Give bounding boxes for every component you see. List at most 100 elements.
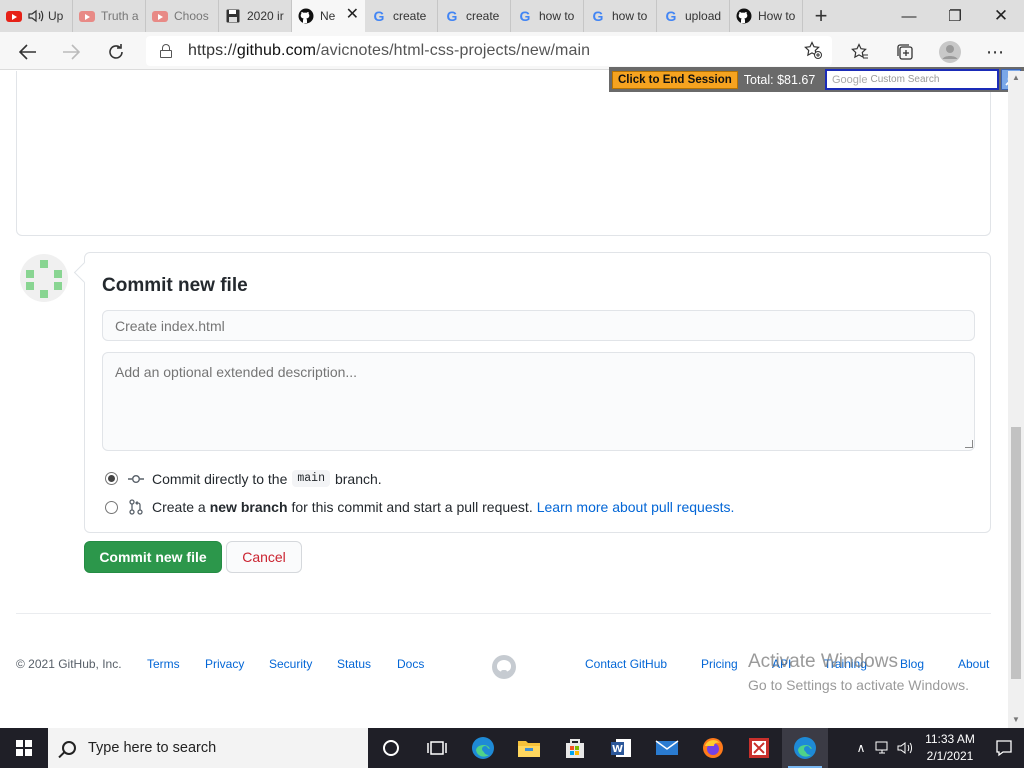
footer-link-blog[interactable]: Blog (900, 657, 924, 671)
tab-github-active[interactable]: Ne ✕ (292, 0, 365, 32)
tab-youtube-2[interactable]: Truth a (73, 0, 146, 32)
mail-icon[interactable] (644, 728, 690, 768)
footer-link-privacy[interactable]: Privacy (205, 657, 244, 671)
google-icon: G (592, 8, 604, 24)
close-window-button[interactable]: ✕ (978, 0, 1024, 32)
footer-link-contact[interactable]: Contact GitHub (585, 657, 667, 671)
youtube-icon (152, 8, 168, 24)
file-editor[interactable] (16, 71, 991, 236)
tab-google-5[interactable]: G upload (657, 0, 730, 32)
tab-google-1[interactable]: G create (365, 0, 438, 32)
file-explorer-icon[interactable] (506, 728, 552, 768)
commit-description-textarea[interactable] (102, 352, 975, 451)
cortana-icon[interactable] (368, 728, 414, 768)
tab-strip: Up Truth a Choos 2020 ir Ne ✕ G create G… (0, 0, 1024, 32)
footer-link-security[interactable]: Security (269, 657, 312, 671)
edge-active-icon[interactable] (782, 728, 828, 768)
footer-link-terms[interactable]: Terms (147, 657, 180, 671)
add-favorite-icon[interactable] (804, 41, 822, 64)
commit-new-file-button[interactable]: Commit new file (84, 541, 222, 573)
tab-title: create (393, 9, 427, 23)
favorites-icon[interactable] (846, 38, 874, 66)
svg-text:W: W (612, 744, 623, 755)
footer-link-about[interactable]: About (958, 657, 989, 671)
lock-icon[interactable] (160, 44, 172, 58)
scroll-up-arrow-icon[interactable]: ▲ (1012, 73, 1020, 82)
store-icon[interactable] (552, 728, 598, 768)
start-button[interactable] (0, 728, 48, 768)
url-text[interactable]: https://github.com/avicnotes/html-css-pr… (188, 42, 590, 60)
new-branch-middle: for this commit and start a pull request… (291, 499, 533, 515)
branch-name: main (292, 470, 330, 487)
more-menu-icon[interactable]: ⋯ (981, 38, 1009, 66)
commit-direct-suffix: branch. (334, 470, 382, 487)
cancel-button[interactable]: Cancel (226, 541, 302, 573)
tab-floppy[interactable]: 2020 ir (219, 0, 292, 32)
address-bar[interactable]: https://github.com/avicnotes/html-css-pr… (146, 36, 832, 66)
github-icon (298, 8, 314, 24)
taskbar-search-box[interactable]: Type here to search (48, 728, 368, 768)
google-brand: Google (832, 73, 868, 86)
footer-link-api[interactable]: API (772, 657, 791, 671)
close-tab-icon[interactable]: ✕ (346, 7, 359, 23)
footer-link-pricing[interactable]: Pricing (701, 657, 738, 671)
learn-more-pull-requests-link[interactable]: Learn more about pull requests. (537, 499, 735, 515)
github-icon (736, 8, 752, 24)
textarea-resize-handle[interactable] (965, 440, 973, 448)
footer-link-status[interactable]: Status (337, 657, 371, 671)
commit-heading: Commit new file (102, 275, 248, 296)
word-icon[interactable]: W (598, 728, 644, 768)
back-button[interactable] (14, 38, 42, 66)
commit-summary-input[interactable] (102, 310, 975, 341)
profile-avatar[interactable] (936, 38, 964, 66)
scroll-down-arrow-icon[interactable]: ▼ (1012, 715, 1020, 724)
clock[interactable]: 11:33 AM 2/1/2021 (916, 731, 984, 765)
commit-direct-radio[interactable] (105, 472, 118, 485)
restore-button[interactable]: ❐ (932, 0, 978, 32)
commit-direct-option[interactable]: Commit directly to the main branch. (105, 470, 382, 487)
minimize-button[interactable]: — (886, 0, 932, 32)
tab-youtube-1[interactable]: Up (0, 0, 73, 32)
tab-title: How to (758, 9, 796, 23)
tab-title: create (466, 9, 500, 23)
github-logo-icon[interactable] (492, 655, 516, 679)
edge-browser-icon[interactable] (460, 728, 506, 768)
taskbar-search-placeholder: Type here to search (88, 740, 217, 756)
footer-link-training[interactable]: Training (824, 657, 867, 671)
new-tab-button[interactable]: + (803, 0, 839, 32)
network-icon[interactable] (872, 741, 894, 755)
new-branch-radio[interactable] (105, 500, 118, 514)
volume-icon[interactable] (894, 741, 916, 755)
tab-github-2[interactable]: How to (730, 0, 803, 32)
clock-date: 2/1/2021 (926, 749, 974, 763)
tab-google-4[interactable]: G how to (584, 0, 657, 32)
tab-google-2[interactable]: G create (438, 0, 511, 32)
collections-icon[interactable] (891, 38, 919, 66)
tab-title: how to (612, 9, 648, 23)
tab-title: Truth a (101, 9, 139, 23)
tab-youtube-3[interactable]: Choos (146, 0, 219, 32)
firefox-icon[interactable] (690, 728, 736, 768)
session-toolbar: Click to End Session Total: $81.67 Googl… (609, 67, 1024, 92)
vertical-scrollbar[interactable]: ▲ ▼ (1008, 71, 1024, 728)
notifications-icon[interactable] (984, 728, 1024, 768)
custom-search-input[interactable]: Google Custom Search (825, 69, 999, 90)
speaker-icon[interactable] (28, 9, 44, 23)
end-session-button[interactable]: Click to End Session (612, 70, 738, 89)
watermark-subtitle: Go to Settings to activate Windows. (748, 677, 969, 693)
forward-arrow-icon (63, 44, 80, 60)
task-view-icon[interactable] (414, 728, 460, 768)
forward-button[interactable] (57, 38, 85, 66)
new-branch-option[interactable]: Create a new branch for this commit and … (105, 499, 734, 515)
chevron-up-icon[interactable]: ∧ (850, 741, 872, 755)
snipping-tool-icon[interactable] (736, 728, 782, 768)
tab-google-3[interactable]: G how to (511, 0, 584, 32)
refresh-button[interactable] (102, 38, 130, 66)
page-content: Commit new file Commit directly to the m… (0, 71, 1008, 728)
refresh-icon (109, 44, 123, 59)
url-path: /avicnotes/html-css-projects/new/main (316, 42, 591, 59)
google-icon: G (446, 8, 458, 24)
footer-link-docs[interactable]: Docs (397, 657, 424, 671)
scrollbar-thumb[interactable] (1011, 427, 1021, 679)
youtube-icon (79, 8, 95, 24)
